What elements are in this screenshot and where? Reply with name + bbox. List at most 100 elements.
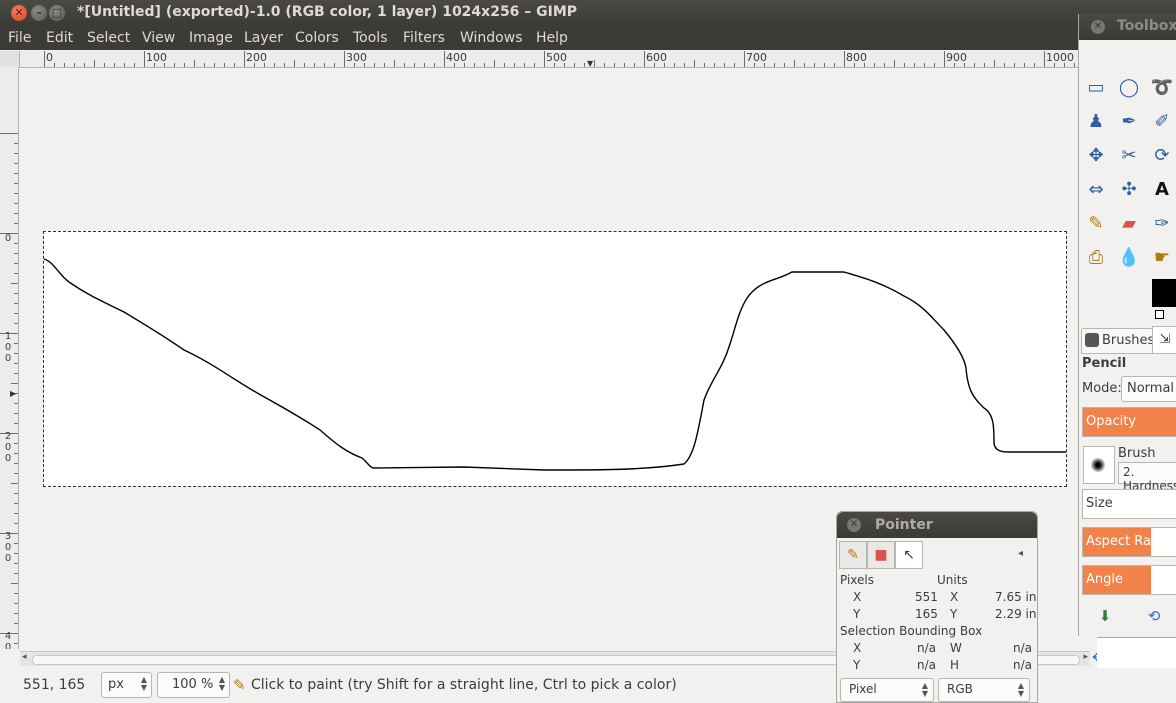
opacity-label: Opacity (1086, 414, 1137, 429)
size-label: Size (1086, 496, 1113, 511)
vruler-label: 300 (4, 531, 12, 564)
crop-icon[interactable]: ✂ (1117, 144, 1141, 168)
tab-tool-options[interactable]: ✎ (839, 541, 867, 569)
mode-dropdown[interactable]: Normal (1121, 376, 1176, 402)
paths-icon[interactable]: ✒ (1117, 110, 1141, 134)
default-colors-icon[interactable] (1155, 310, 1164, 319)
menu-help[interactable]: Help (536, 30, 568, 46)
window-titlebar: ✕ – □ *[Untitled] (exported)-1.0 (RGB co… (0, 0, 1176, 26)
size-slider[interactable]: Size (1082, 489, 1176, 519)
tool-options-title: Pencil (1082, 356, 1127, 371)
vruler-label: 100 (4, 331, 12, 364)
menu-select[interactable]: Select (87, 30, 130, 46)
move-icon[interactable]: ✥ (1084, 144, 1108, 168)
menu-edit[interactable]: Edit (46, 30, 73, 46)
scroll-right-icon[interactable]: ▸ (1083, 652, 1088, 662)
window-title: *[Untitled] (exported)-1.0 (RGB color, 1… (77, 4, 578, 20)
horizontal-ruler: 0 100 200 300 400 500 600 700 800 900 10… (20, 51, 1078, 68)
menubar: File Edit Select View Image Layer Colors… (0, 26, 1080, 50)
statusbar: 551, 165 px ▲ ▼ 100 % ▲ ▼ ✎ Click to paint… (0, 668, 836, 701)
menu-windows[interactable]: Windows (460, 30, 523, 46)
angle-label: Angle (1086, 572, 1123, 587)
image-canvas[interactable] (43, 231, 1067, 487)
text-tool-icon[interactable]: A (1150, 178, 1174, 202)
rotate-icon[interactable]: ⟳ (1150, 144, 1174, 168)
zoom-selector[interactable]: 100 % ▲ ▼ (157, 672, 230, 698)
menu-image[interactable]: Image (189, 30, 233, 46)
lasso-icon[interactable]: ➰ (1150, 76, 1174, 100)
hruler-label: 0 (46, 51, 53, 64)
aspect-label: Aspect Ratio (1086, 534, 1168, 549)
brush-preview[interactable] (1083, 446, 1115, 484)
hruler-label: 600 (646, 51, 667, 64)
px-y-value: 165 (915, 607, 938, 621)
restore-options-icon[interactable]: ⟲ (1143, 607, 1165, 629)
un-x-label: X (950, 590, 959, 604)
toolbox-lower-area (1097, 637, 1176, 668)
maximize-window-button[interactable]: □ (49, 5, 65, 21)
scroll-left-icon[interactable]: ◂ (22, 652, 27, 662)
cage-icon[interactable]: ✣ (1117, 178, 1141, 202)
spin-arrows-icon: ▲ ▼ (1017, 681, 1024, 698)
ellipse-select-icon[interactable]: ◯ (1117, 76, 1141, 100)
menu-file[interactable]: File (8, 30, 31, 46)
tab-pointer[interactable]: ↖ (895, 541, 923, 569)
menu-colors[interactable]: Colors (295, 30, 339, 46)
paintbrush-icon[interactable]: ✎ (1084, 212, 1108, 236)
unit-selector[interactable]: px ▲ ▼ (101, 672, 152, 698)
toolbox-title: Toolbox (1117, 18, 1176, 34)
clone-icon[interactable]: ⎙ (1084, 246, 1108, 270)
foreground-color-swatch[interactable] (1152, 279, 1176, 307)
rect-select-icon[interactable]: ▭ (1084, 76, 1108, 100)
vertical-ruler: 0 100 200 300 400 ▶ (0, 67, 19, 649)
pointer-marker-icon: ▶ (10, 389, 17, 398)
hruler-label: 700 (746, 51, 767, 64)
flip-icon[interactable]: ⇔ (1084, 178, 1108, 202)
pointer-marker-icon: ▼ (587, 59, 594, 68)
un-x-value: 7.65 in (995, 590, 1037, 604)
hruler-label: 900 (946, 51, 967, 64)
tab-brushes[interactable]: Brushes (1081, 328, 1154, 354)
panel-menu-icon[interactable]: ◂ (1018, 548, 1023, 559)
zoom-value: 100 % (172, 677, 214, 692)
toolbox-titlebar: ✕ Toolbox (1079, 14, 1176, 40)
paths-tab-icon: ⇲ (1159, 332, 1171, 347)
close-icon[interactable]: ✕ (847, 518, 861, 532)
airbrush-icon[interactable]: ✑ (1150, 212, 1174, 236)
brush-label: Brush (1118, 446, 1156, 461)
tab-paths[interactable]: ⇲ (1152, 326, 1176, 354)
menu-layer[interactable]: Layer (244, 30, 283, 46)
aspect-ratio-slider[interactable]: Aspect Ratio (1082, 527, 1176, 557)
ruler-corner-button[interactable] (0, 51, 20, 68)
close-window-button[interactable]: ✕ (11, 5, 27, 21)
px-x-value: 551 (915, 590, 938, 604)
unit-value: px (108, 677, 124, 692)
minimize-window-button[interactable]: – (31, 5, 47, 21)
blur-icon[interactable]: 💧 (1117, 246, 1141, 270)
opacity-slider[interactable]: Opacity (1082, 407, 1176, 437)
menu-filters[interactable]: Filters (403, 30, 445, 46)
color-mode-dropdown[interactable]: RGB ▲ ▼ (938, 678, 1030, 702)
bb-x-label: X (853, 641, 862, 655)
vruler-label: 400 (4, 631, 12, 649)
bb-y-label: Y (853, 658, 861, 672)
brush-name-field[interactable]: 2. Hardness (1118, 462, 1176, 493)
fuzzy-select-icon[interactable]: ♟ (1084, 110, 1108, 134)
smudge-icon[interactable]: ☛ (1150, 246, 1174, 270)
pixel-unit-dropdown[interactable]: Pixel ▲ ▼ (840, 678, 934, 702)
eraser-icon[interactable]: ▰ (1117, 212, 1141, 236)
hruler-label: 300 (346, 51, 367, 64)
close-icon[interactable]: ✕ (1091, 20, 1105, 34)
bb-h-value: n/a (1013, 658, 1033, 672)
mode-label: Mode: (1082, 381, 1122, 396)
px-x-label: X (853, 590, 862, 604)
hruler-label: 800 (846, 51, 867, 64)
color-picker-icon[interactable]: ✐ (1150, 110, 1174, 134)
menu-tools[interactable]: Tools (353, 30, 388, 46)
bb-y-value: n/a (917, 658, 937, 672)
tab-device-status[interactable]: ■ (867, 541, 895, 569)
angle-slider[interactable]: Angle (1082, 565, 1176, 595)
save-options-icon[interactable]: ⬇ (1094, 607, 1116, 629)
pixel-unit-value: Pixel (849, 682, 877, 696)
menu-view[interactable]: View (142, 30, 175, 46)
